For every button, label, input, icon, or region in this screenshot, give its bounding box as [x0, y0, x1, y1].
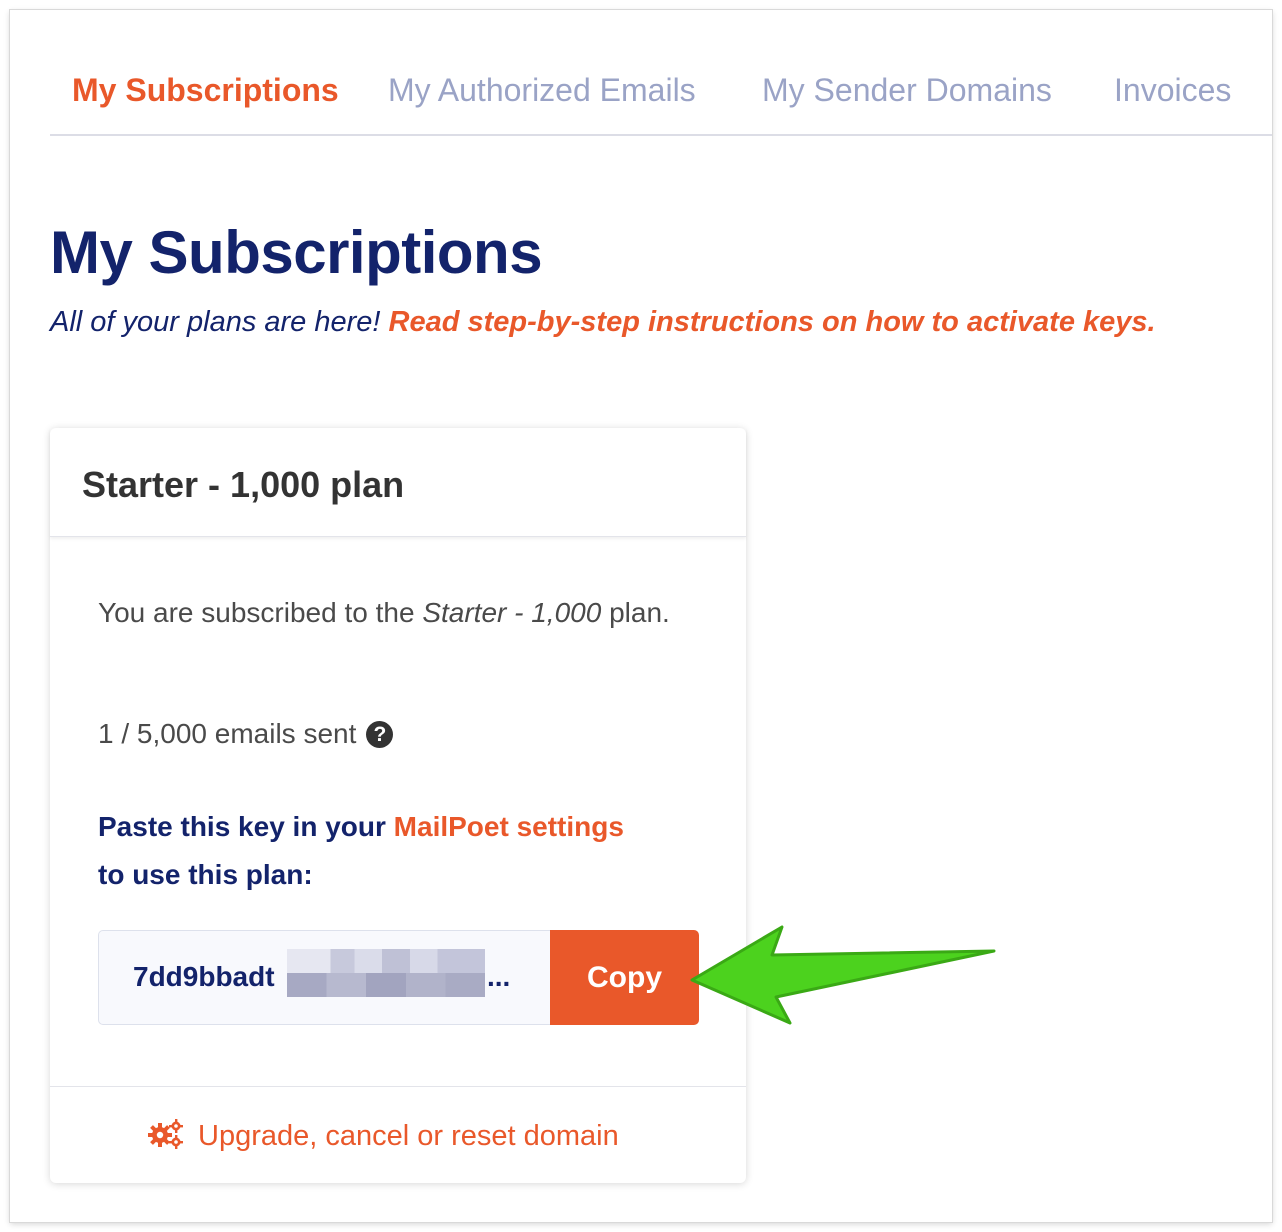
- key-field[interactable]: 7dd9bbadt ...: [98, 930, 551, 1025]
- help-icon[interactable]: ?: [366, 721, 394, 748]
- subscription-card: Starter - 1,000 plan You are subscribed …: [50, 428, 746, 1183]
- tab-my-sender-domains[interactable]: My Sender Domains: [762, 72, 1052, 109]
- tab-bar: My Subscriptions My Authorized Emails My…: [50, 10, 1272, 136]
- green-arrow-icon: [690, 925, 996, 1025]
- card-footer: Upgrade, cancel or reset domain: [50, 1086, 746, 1184]
- subtitle-text: All of your plans are here!: [50, 306, 381, 338]
- desc-suffix: plan.: [609, 597, 670, 628]
- paste-instructions: Paste this key in your MailPoet settings…: [98, 803, 698, 899]
- footer-link-label: Upgrade, cancel or reset domain: [198, 1120, 619, 1152]
- key-blurred-region: [287, 949, 485, 997]
- tab-my-authorized-emails[interactable]: My Authorized Emails: [388, 72, 696, 109]
- paste-suffix: to use this plan:: [98, 859, 313, 890]
- page-frame: My Subscriptions My Authorized Emails My…: [10, 10, 1272, 1222]
- gears-icon: [148, 1119, 183, 1149]
- desc-plan-name: Starter - 1,000: [422, 597, 602, 628]
- page-title: My Subscriptions: [50, 219, 543, 286]
- key-visible-text: 7dd9bbadt: [133, 961, 275, 992]
- card-header: Starter - 1,000 plan: [50, 428, 746, 537]
- desc-prefix: You are subscribed to the: [98, 597, 415, 628]
- email-usage: 1 / 5,000 emails sent?: [98, 718, 394, 750]
- usage-text: 1 / 5,000 emails sent: [98, 718, 357, 749]
- copy-button[interactable]: Copy: [550, 930, 699, 1025]
- paste-prefix: Paste this key in your: [98, 811, 386, 842]
- upgrade-cancel-reset-link[interactable]: Upgrade, cancel or reset domain: [148, 1119, 619, 1153]
- key-ellipsis: ...: [487, 961, 511, 992]
- instructions-link[interactable]: Read step-by-step instructions on how to…: [389, 306, 1156, 338]
- plan-description: You are subscribed to the Starter - 1,00…: [98, 588, 698, 638]
- page-subtitle: All of your plans are here! Read step-by…: [50, 306, 1156, 339]
- plan-title: Starter - 1,000 plan: [82, 464, 405, 505]
- mailpoet-settings-link[interactable]: MailPoet settings: [394, 811, 624, 842]
- tab-my-subscriptions[interactable]: My Subscriptions: [72, 72, 339, 109]
- tab-invoices[interactable]: Invoices: [1114, 72, 1231, 109]
